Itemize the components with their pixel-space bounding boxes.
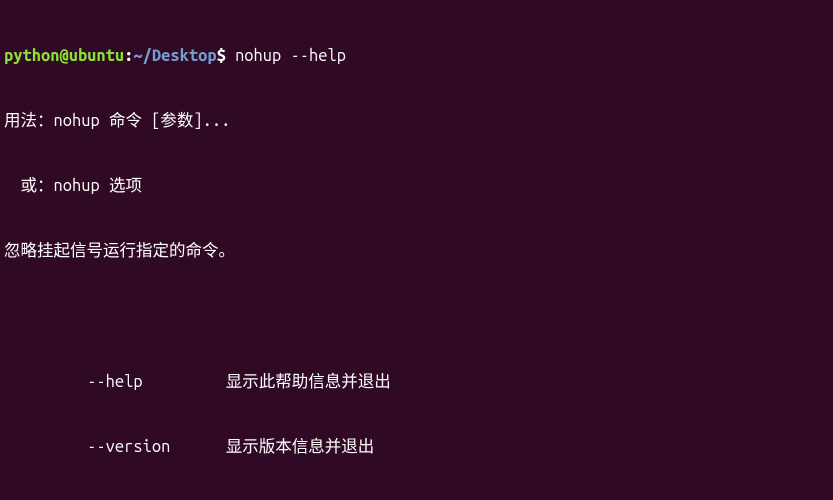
help-flag: --help: [87, 372, 226, 394]
output-opt-help: --help显示此帮助信息并退出: [4, 372, 829, 394]
output-usage2: 或：nohup 选项: [4, 176, 829, 198]
output-usage1: 用法：nohup 命令 [参数]...: [4, 111, 829, 133]
version-flag: --version: [87, 437, 226, 459]
prompt-at: @: [59, 47, 68, 65]
terminal-window[interactable]: python@ubuntu:~/Desktop$ nohup --help 用法…: [0, 0, 833, 500]
output-desc: 忽略挂起信号运行指定的命令。: [4, 241, 829, 263]
prompt-line[interactable]: python@ubuntu:~/Desktop$ nohup --help: [4, 46, 829, 68]
help-desc: 显示此帮助信息并退出: [226, 372, 391, 394]
prompt-path: ~/Desktop: [133, 47, 216, 65]
prompt-host: ubuntu: [69, 47, 124, 65]
version-desc: 显示版本信息并退出: [226, 437, 375, 459]
output-opt-version: --version显示版本信息并退出: [4, 437, 829, 459]
command-input[interactable]: nohup --help: [235, 47, 346, 65]
prompt-dollar: $: [217, 47, 235, 65]
output-blank1: [4, 307, 829, 329]
prompt-user: python: [4, 47, 59, 65]
